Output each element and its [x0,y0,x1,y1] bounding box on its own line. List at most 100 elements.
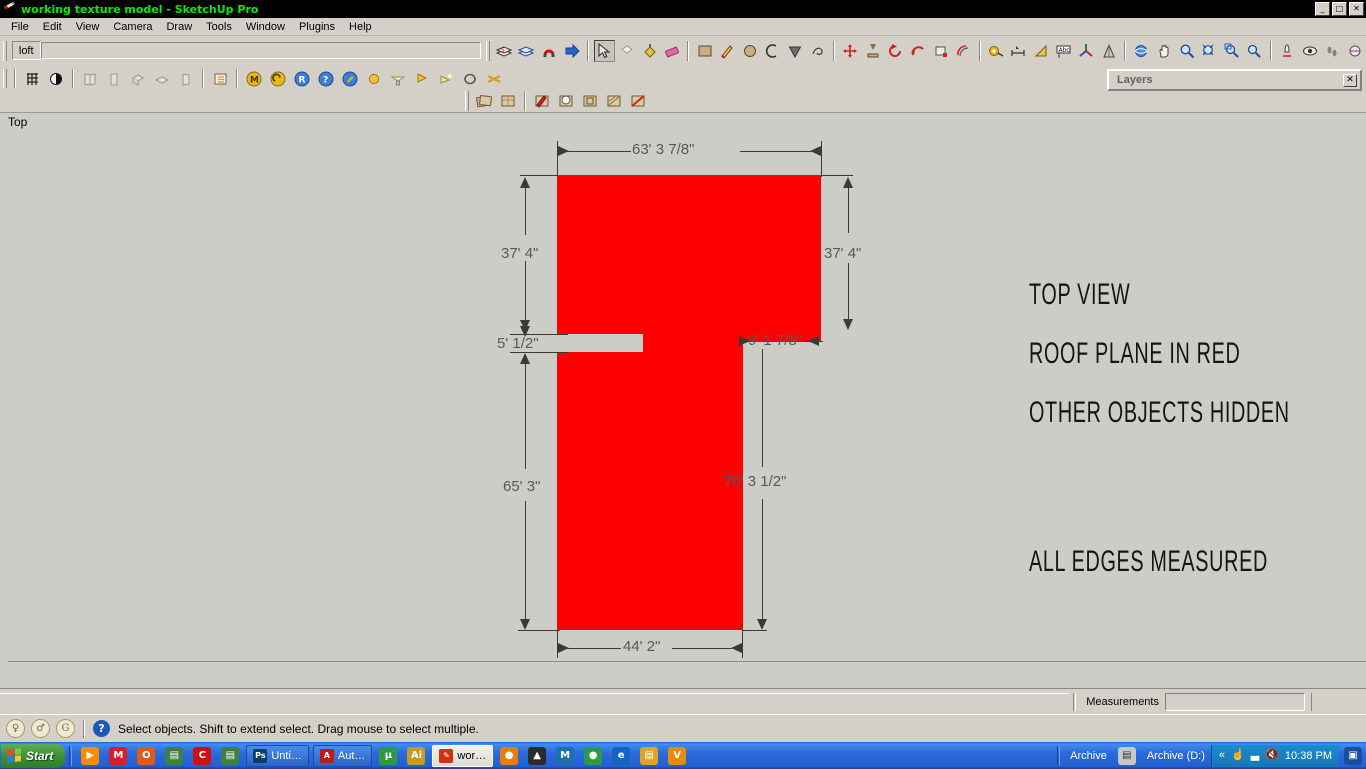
blender-icon[interactable]: ● [500,747,518,765]
modo-icon[interactable]: ▲ [528,747,546,765]
eraser-tool[interactable] [662,40,683,62]
spotlight-icon[interactable] [387,68,409,90]
box-icon[interactable] [127,68,149,90]
followme-tool[interactable] [908,40,929,62]
arrow-right-blue-icon[interactable] [561,40,582,62]
make-component-tool[interactable] [617,40,638,62]
texture-stack-icon[interactable] [473,90,495,112]
layers-stack-icon[interactable] [516,40,537,62]
menu-window[interactable]: Window [239,20,292,34]
tower-icon[interactable] [103,68,125,90]
explorer-folder-icon[interactable]: ▤ [640,747,658,765]
3dsmax-icon[interactable]: M [556,747,574,765]
plugin-toolbar-grip[interactable] [3,69,7,89]
magnet-icon[interactable] [539,40,560,62]
text-tool[interactable]: Abc [1053,40,1074,62]
paint-tag-icon[interactable] [339,68,361,90]
polygon-tool[interactable] [785,40,806,62]
menu-help[interactable]: Help [342,20,379,34]
pushpull-tool[interactable] [863,40,884,62]
layers-close-icon[interactable]: ✕ [1343,74,1357,87]
look-around-tool[interactable] [1299,40,1320,62]
loft-combo[interactable]: loft [12,41,41,60]
menu-edit[interactable]: Edit [36,20,69,34]
maxthon-icon[interactable]: M [109,747,127,765]
media-player-icon[interactable]: ▶ [81,747,99,765]
offset-tool[interactable] [953,40,974,62]
materials-grip[interactable] [465,91,469,111]
grid-icon[interactable] [21,68,43,90]
line-pencil-tool[interactable] [717,40,738,62]
tray-clock[interactable]: 10:38 PM [1285,750,1332,762]
autocad-task[interactable]: A Aut… [313,745,373,767]
rectangle-tool[interactable] [694,40,715,62]
select-arrow-tool[interactable] [594,40,615,62]
circle-tool[interactable] [740,40,761,62]
zoom-tool[interactable] [1176,40,1197,62]
texture-pattern-icon[interactable] [603,90,625,112]
menu-draw[interactable]: Draw [159,20,199,34]
camtasia-icon[interactable]: C [193,747,211,765]
point-light-icon[interactable] [435,68,457,90]
sandbox-stack-icon[interactable]: 5 [494,40,515,62]
tray-volume-muted-icon[interactable]: 🔇 [1265,750,1279,761]
texture-frame-icon[interactable] [579,90,601,112]
zoom-extents-tool[interactable] [1199,40,1220,62]
sun-sphere-icon[interactable] [363,68,385,90]
dimension-tool[interactable] [1008,40,1029,62]
utorrent-icon[interactable]: µ [379,747,397,765]
menu-view[interactable]: View [69,20,107,34]
tray-hand-icon[interactable]: ☝ [1231,750,1245,761]
slab-icon[interactable] [175,68,197,90]
help-question-icon[interactable]: ? [315,68,337,90]
render-r-icon[interactable]: R [291,68,313,90]
model-canvas[interactable]: Top 63' 3 7/8" 37' 4" 37' 4" 5' 1/2" [0,112,1366,688]
rotate-tool[interactable] [885,40,906,62]
tray-expand-icon[interactable]: « [1219,750,1225,761]
cone-light-icon[interactable] [411,68,433,90]
texture-single-icon[interactable] [497,90,519,112]
opera-icon[interactable]: O [137,747,155,765]
previous-view-tool[interactable] [1244,40,1265,62]
texture-sphere-icon[interactable] [555,90,577,112]
archive-label[interactable]: Archive [1070,750,1107,762]
position-camera-tool[interactable] [1277,40,1298,62]
maximize-button[interactable]: □ [1332,2,1347,16]
menu-file[interactable]: File [4,20,36,34]
internet-explorer-icon[interactable]: e [612,747,630,765]
sphere-shade-icon[interactable] [45,68,67,90]
walk-tool[interactable] [1322,40,1343,62]
orbit-tool[interactable] [1131,40,1152,62]
sketchup-task[interactable]: ✎ wor… [432,745,493,767]
geo-location-icon[interactable]: ♀ [6,719,25,738]
texture-delete-icon[interactable] [627,90,649,112]
toolbar-grip[interactable] [3,41,7,61]
menu-plugins[interactable]: Plugins [292,20,342,34]
list-properties-icon[interactable] [209,68,231,90]
3d-text-tool[interactable] [1098,40,1119,62]
chrome-icon[interactable]: ● [584,747,602,765]
credits-icon[interactable]: G [56,719,75,738]
protractor-tool[interactable] [1031,40,1052,62]
tray-network-icon[interactable]: ▃ [1251,750,1259,761]
start-button[interactable]: Start [1,744,65,768]
menu-tools[interactable]: Tools [199,20,239,34]
measurements-grip[interactable] [1073,693,1076,711]
texture-paint-icon[interactable] [531,90,553,112]
measurements-input[interactable] [1165,693,1305,711]
axes-tool[interactable] [1076,40,1097,62]
vegas-icon[interactable]: V [668,747,686,765]
show-desktop-2-icon[interactable]: ▤ [221,747,239,765]
material-m-icon[interactable]: M [243,68,265,90]
archive-drive-label[interactable]: Archive (D:) [1147,750,1205,762]
arc-tool[interactable] [762,40,783,62]
tape-measure-tool[interactable] [986,40,1007,62]
pan-tool[interactable] [1154,40,1175,62]
flat-plane-icon[interactable] [151,68,173,90]
show-desktop-icon[interactable]: ▤ [165,747,183,765]
menu-camera[interactable]: Camera [106,20,159,34]
toolbar-grip-2[interactable] [486,41,490,61]
layers-dialog[interactable]: Layers ✕ [1107,69,1362,91]
swatch-icon[interactable] [267,68,289,90]
person-scale-icon[interactable]: ♂ [31,719,50,738]
